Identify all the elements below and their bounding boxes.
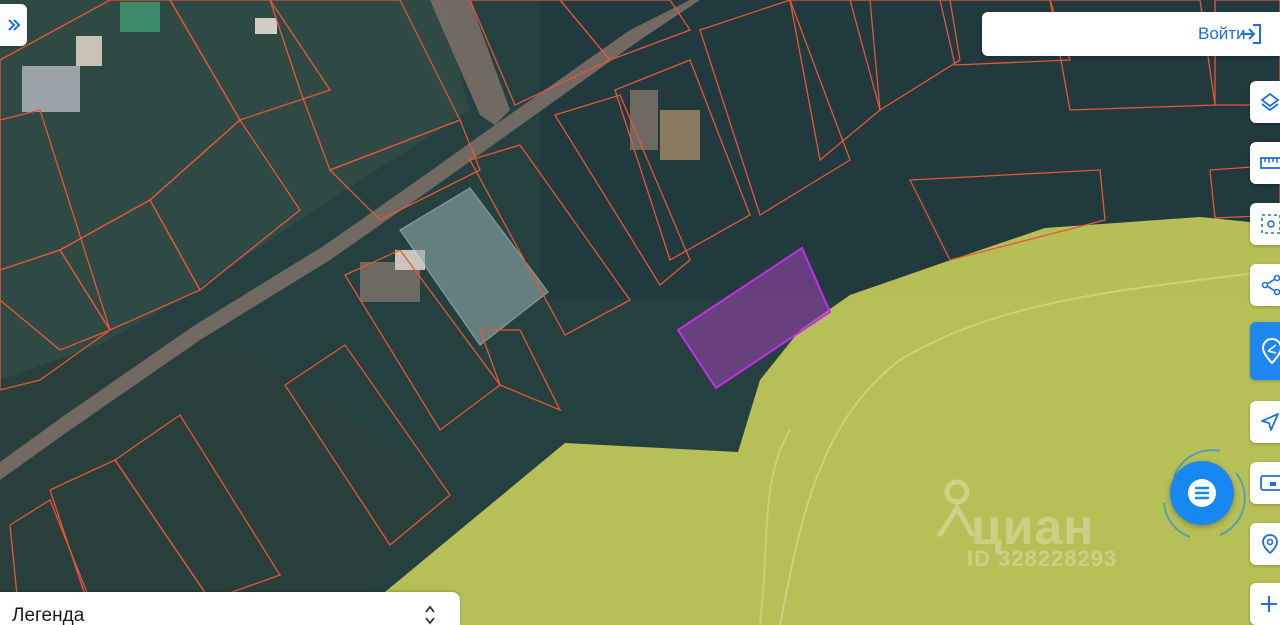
chat-widget[interactable] — [1160, 447, 1246, 541]
panel-button[interactable] — [1250, 462, 1280, 504]
parcel-info-icon — [1261, 337, 1280, 365]
chat-button[interactable] — [1170, 461, 1234, 525]
area-select-button[interactable] — [1250, 203, 1280, 245]
ruler-button[interactable] — [1250, 142, 1280, 184]
share-icon — [1261, 274, 1280, 296]
plus-icon — [1261, 596, 1277, 612]
area-select-icon — [1261, 214, 1280, 234]
location-arrow-icon — [1261, 413, 1279, 431]
building — [22, 66, 80, 112]
expand-collapse-icon[interactable] — [423, 604, 437, 625]
panel-icon — [1260, 475, 1280, 491]
chat-icon — [1188, 479, 1216, 507]
expand-sidebar-button[interactable] — [0, 4, 27, 46]
locate-button[interactable] — [1250, 401, 1280, 443]
share-button[interactable] — [1250, 264, 1280, 306]
double-chevron-right-icon — [7, 19, 20, 31]
ruler-icon — [1260, 157, 1280, 169]
place-pin-icon — [1262, 534, 1278, 555]
zoom-in-button[interactable] — [1250, 583, 1280, 625]
legend-panel[interactable]: Легенда — [0, 592, 460, 625]
login-bar[interactable]: Войти — [982, 12, 1280, 56]
parcel-info-button[interactable] — [1250, 322, 1280, 380]
satellite-basemap — [0, 0, 1280, 625]
layers-button[interactable] — [1250, 81, 1280, 123]
layers-icon — [1260, 92, 1280, 112]
legend-title: Легенда — [12, 605, 85, 625]
map-view[interactable]: Войти циан ID 328228293 Легенда — [0, 0, 1280, 625]
place-button[interactable] — [1250, 523, 1280, 565]
login-icon[interactable] — [1239, 23, 1263, 50]
